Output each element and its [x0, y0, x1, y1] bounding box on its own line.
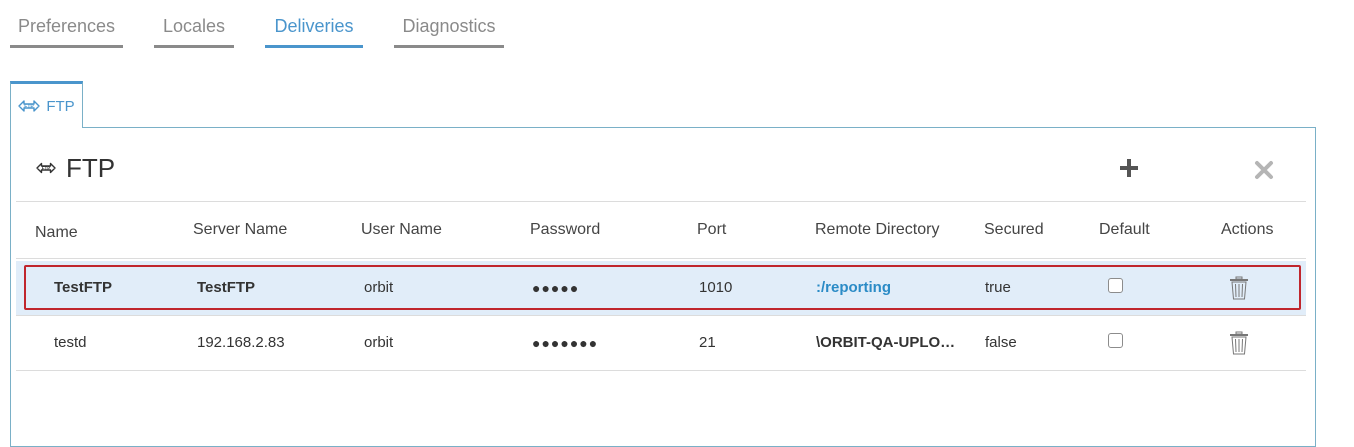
column-header-secured: Secured [984, 221, 1044, 238]
cell-user-name: orbit [364, 334, 394, 351]
tab-deliveries[interactable]: Deliveries [265, 14, 363, 48]
panel-title: FTP FTP [36, 152, 115, 184]
add-button[interactable] [1118, 157, 1140, 179]
tab-locales[interactable]: Locales [154, 14, 234, 48]
column-header-name: Name [35, 224, 78, 241]
svg-text:FTP: FTP [42, 166, 51, 171]
tab-diagnostics[interactable]: Diagnostics [394, 14, 504, 48]
default-checkbox[interactable] [1108, 278, 1123, 293]
cell-server-name: TestFTP [197, 279, 256, 296]
cell-remote-directory[interactable]: :/reporting [816, 279, 891, 296]
cell-secured: false [985, 334, 1017, 351]
column-header-server-name: Server Name [193, 221, 288, 238]
cell-secured: true [985, 279, 1011, 296]
column-header-remote-directory: Remote Directory [815, 221, 940, 238]
cell-name: testd [54, 334, 87, 351]
cell-remote-directory: \ORBIT-QA-UPLO… [816, 334, 956, 351]
cell-port: 21 [699, 334, 716, 351]
cell-password: ●●●●●●● [532, 335, 599, 351]
panel-title-text: FTP [66, 152, 116, 183]
trash-icon [1230, 276, 1248, 300]
column-header-actions: Actions [1221, 221, 1274, 238]
ftp-arrows-icon: FTP [36, 162, 56, 174]
column-header-port: Port [697, 221, 727, 238]
cell-port: 1010 [699, 279, 733, 296]
close-icon [1255, 161, 1273, 179]
column-header-user-name: User Name [361, 221, 442, 238]
close-button[interactable] [1254, 160, 1274, 180]
cell-server-name: 192.168.2.83 [197, 334, 285, 351]
cell-user-name: orbit [364, 279, 394, 296]
column-header-default: Default [1099, 221, 1150, 238]
delete-button[interactable] [1229, 331, 1249, 355]
divider [16, 370, 1306, 371]
column-header-password: Password [530, 221, 601, 238]
divider [16, 258, 1306, 259]
delete-button[interactable] [1229, 276, 1249, 300]
svg-text:FTP: FTP [25, 104, 35, 110]
cell-name: TestFTP [54, 279, 113, 296]
ftp-arrows-icon: FTP [18, 100, 41, 112]
cell-password: ●●●●● [532, 280, 580, 296]
default-checkbox[interactable] [1108, 333, 1123, 348]
subtab-label: FTP [46, 97, 75, 115]
trash-icon [1230, 331, 1248, 355]
plus-icon [1120, 159, 1138, 177]
tab-preferences[interactable]: Preferences [10, 14, 123, 48]
subtab-ftp[interactable]: FTP FTP [10, 81, 83, 128]
divider [16, 201, 1306, 202]
